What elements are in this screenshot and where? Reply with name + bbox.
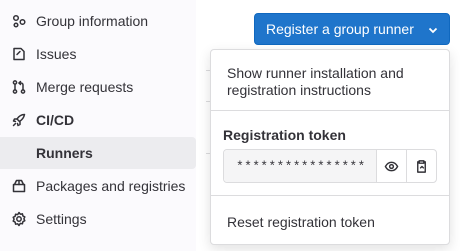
reveal-token-button[interactable]: [376, 150, 406, 182]
sidebar-item-label: Packages and registries: [36, 178, 186, 194]
sidebar-item-settings[interactable]: Settings: [0, 203, 196, 235]
clipboard-icon: [414, 159, 429, 174]
sidebar-item-label: Merge requests: [36, 79, 134, 95]
sidebar-item-label: Runners: [36, 145, 93, 161]
sidebar-item-runners[interactable]: Runners: [0, 137, 196, 169]
group-icon: [10, 12, 28, 30]
registration-token-group: [223, 149, 437, 183]
sidebar-item-label: Settings: [36, 211, 87, 227]
eye-icon: [384, 159, 399, 174]
package-icon: [10, 177, 28, 195]
sidebar-item-ci-cd[interactable]: CI/CD: [0, 104, 196, 136]
chevron-down-icon: [427, 23, 439, 35]
merge-request-icon: [10, 78, 28, 96]
sidebar-item-packages-and-registries[interactable]: Packages and registries: [0, 170, 196, 202]
dropdown-divider: [211, 195, 449, 196]
reset-registration-token-menu-item[interactable]: Reset registration token: [227, 214, 375, 230]
registration-token-heading: Registration token: [223, 127, 346, 143]
issues-icon: [10, 45, 28, 63]
sidebar-item-label: Issues: [36, 46, 77, 62]
register-group-runner-label: Register a group runner: [266, 21, 414, 37]
show-instructions-menu-item[interactable]: Show runner installation and registratio…: [227, 65, 437, 99]
sidebar-item-group-information[interactable]: Group information: [0, 5, 196, 37]
rocket-icon: [10, 111, 28, 129]
sidebar-item-issues[interactable]: Issues: [0, 38, 196, 70]
registration-token-input[interactable]: [224, 150, 376, 182]
register-runner-dropdown: Show runner installation and registratio…: [210, 49, 450, 245]
sidebar-item-merge-requests[interactable]: Merge requests: [0, 71, 196, 103]
register-group-runner-button[interactable]: Register a group runner: [254, 13, 450, 45]
dropdown-divider: [211, 110, 449, 111]
sidebar: Group information Issues Merge requests …: [0, 0, 196, 251]
sidebar-item-label: CI/CD: [36, 112, 75, 128]
sidebar-item-label: Group information: [36, 13, 149, 29]
copy-token-button[interactable]: [406, 150, 436, 182]
gear-icon: [10, 210, 28, 228]
